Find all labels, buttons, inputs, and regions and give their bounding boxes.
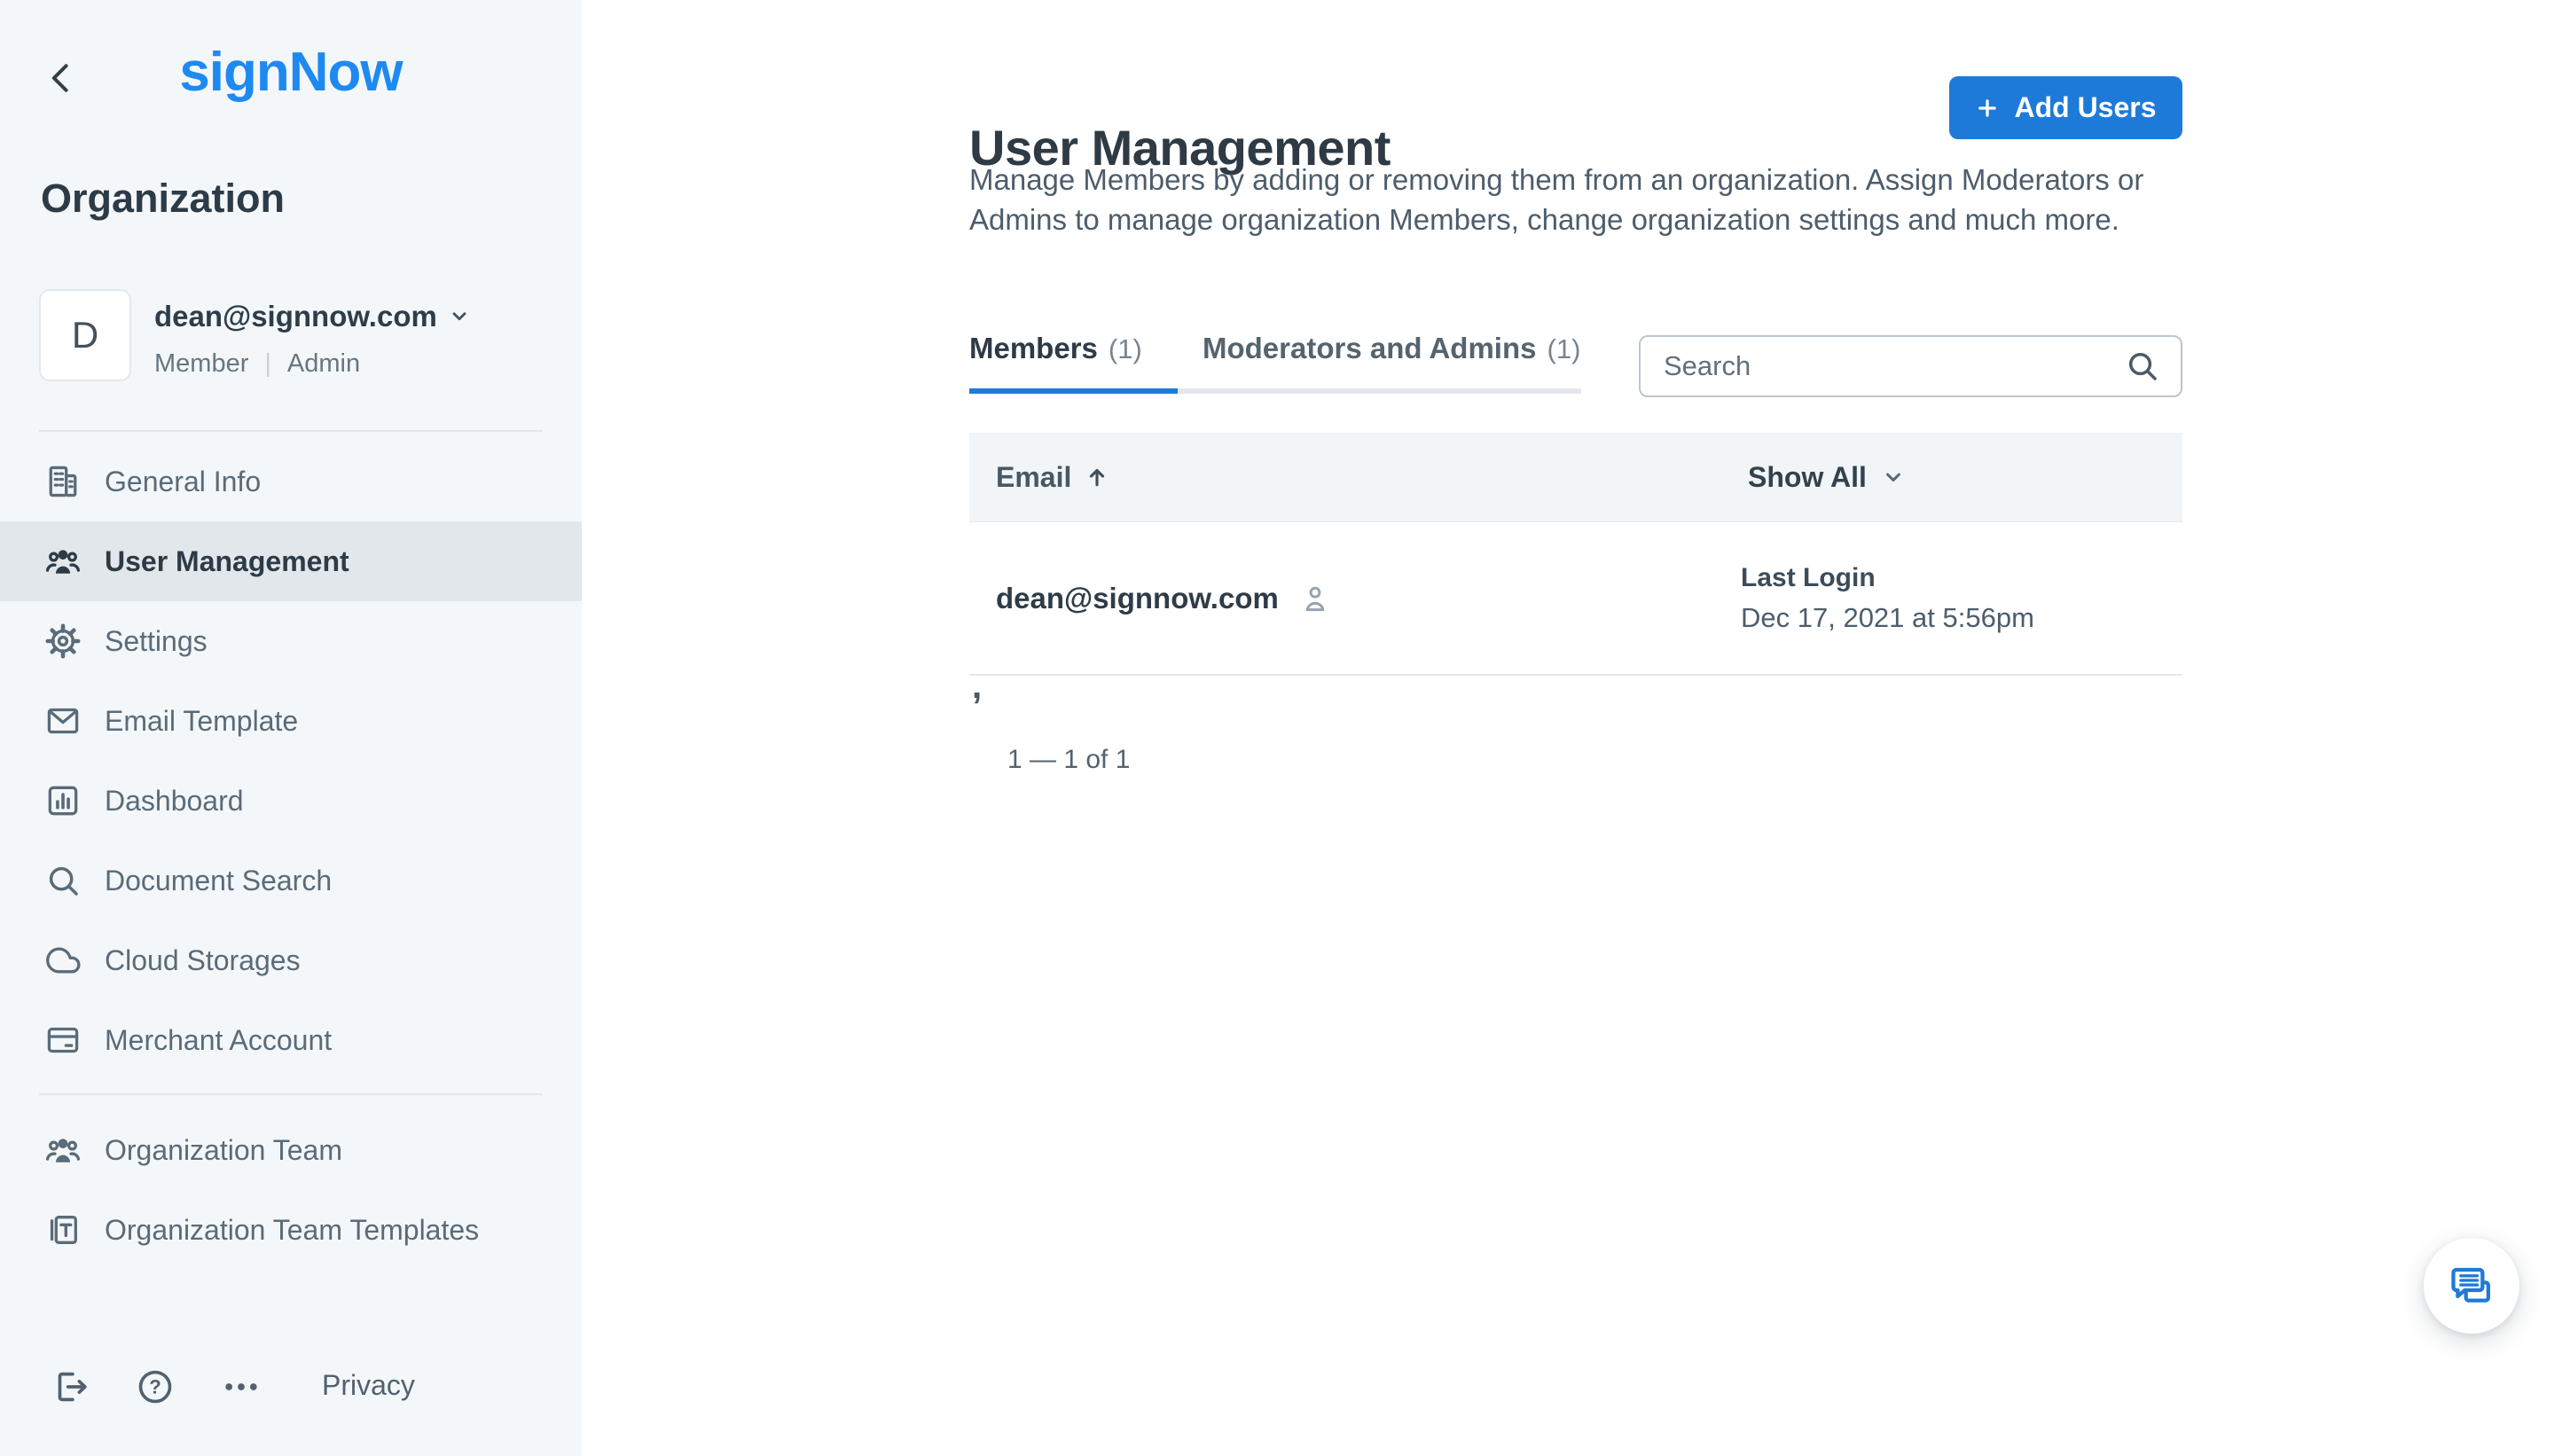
more-button[interactable] xyxy=(220,1366,262,1408)
tab-label: Members xyxy=(969,332,1098,365)
privacy-link[interactable]: Privacy xyxy=(322,1369,415,1402)
sidebar-item-label: Merchant Account xyxy=(105,1024,332,1057)
sidebar: signNow Organization D dean@signnow.com … xyxy=(0,0,582,1456)
tab-count: (1) xyxy=(1547,333,1581,365)
sidebar-item-email-template[interactable]: Email Template xyxy=(0,681,582,761)
sidebar-item-cloud-storages[interactable]: Cloud Storages xyxy=(0,920,582,1000)
member-row[interactable]: dean@signnow.com Last Login Dec 17, 2021… xyxy=(969,522,2182,676)
stray-character: , xyxy=(972,667,982,707)
chat-icon xyxy=(2448,1262,2495,1310)
chevron-down-icon xyxy=(1881,465,1906,489)
account-email: dean@signnow.com xyxy=(154,300,437,333)
gear-icon xyxy=(43,621,83,661)
add-users-label: Add Users xyxy=(2014,91,2156,124)
page-description: Manage Members by adding or removing the… xyxy=(969,160,2166,239)
magnifier-icon xyxy=(43,860,83,901)
avatar-initial: D xyxy=(72,314,98,356)
sidebar-item-organization-team[interactable]: Organization Team xyxy=(0,1110,582,1190)
role-member: Member xyxy=(154,349,248,379)
sidebar-item-settings[interactable]: Settings xyxy=(0,601,582,681)
last-login-cell: Last Login Dec 17, 2021 at 5:56pm xyxy=(1741,563,2034,634)
email-sort-header[interactable]: Email xyxy=(996,433,1110,521)
chevron-down-icon xyxy=(448,305,471,328)
sidebar-item-document-search[interactable]: Document Search xyxy=(0,841,582,920)
tab-label: Moderators and Admins xyxy=(1203,332,1537,365)
description-line: Admins to manage organization Members, c… xyxy=(969,200,2166,239)
member-email-cell: dean@signnow.com xyxy=(996,522,1332,674)
last-login-value: Dec 17, 2021 at 5:56pm xyxy=(1741,602,2034,634)
users-icon xyxy=(43,1130,83,1170)
signnow-logo: signNow xyxy=(0,41,582,104)
envelope-icon xyxy=(43,701,83,741)
bar-chart-icon xyxy=(43,780,83,821)
sidebar-item-label: Document Search xyxy=(105,865,332,897)
cloud-icon xyxy=(43,940,83,981)
users-icon xyxy=(43,541,83,582)
template-doc-icon xyxy=(43,1209,83,1250)
logout-button[interactable] xyxy=(49,1366,91,1408)
show-all-label: Show All xyxy=(1748,461,1867,494)
logout-icon xyxy=(50,1366,90,1407)
last-login-label: Last Login xyxy=(1741,563,2034,593)
account-roles: Member | Admin xyxy=(154,349,360,379)
sidebar-item-user-management[interactable]: User Management xyxy=(0,521,582,601)
description-line: Manage Members by adding or removing the… xyxy=(969,160,2166,200)
sidebar-footer: ? Privacy xyxy=(0,1366,582,1408)
table-header: Email Show All xyxy=(969,433,2182,522)
sidebar-item-label: Organization Team Templates xyxy=(105,1214,479,1247)
sidebar-item-general-info[interactable]: General Info xyxy=(0,442,582,521)
sidebar-item-merchant-account[interactable]: Merchant Account xyxy=(0,1000,582,1080)
tab-count: (1) xyxy=(1109,333,1142,365)
chat-fab-button[interactable] xyxy=(2424,1238,2519,1334)
tab-moderators-and-admins[interactable]: Moderators and Admins (1) xyxy=(1203,332,1580,394)
sidebar-item-label: Email Template xyxy=(105,705,298,738)
show-all-dropdown[interactable]: Show All xyxy=(1748,433,1906,521)
sidebar-nav: General Info User Management xyxy=(0,442,582,1080)
sidebar-section-title: Organization xyxy=(41,176,285,222)
sidebar-divider xyxy=(39,1093,543,1095)
arrow-up-icon xyxy=(1084,464,1110,490)
account-switcher[interactable]: dean@signnow.com xyxy=(154,300,471,333)
sidebar-item-label: General Info xyxy=(105,466,261,498)
svg-text:?: ? xyxy=(149,1376,161,1398)
role-separator: | xyxy=(264,349,271,379)
search-icon[interactable] xyxy=(2124,348,2161,385)
sidebar-item-label: Organization Team xyxy=(105,1134,342,1167)
help-button[interactable]: ? xyxy=(134,1366,176,1408)
ellipsis-icon xyxy=(221,1366,262,1407)
sidebar-nav-secondary: Organization Team Organization Team Temp… xyxy=(0,1110,582,1270)
sidebar-item-label: Settings xyxy=(105,625,208,658)
avatar: D xyxy=(39,289,131,381)
person-icon xyxy=(1298,582,1332,615)
member-email: dean@signnow.com xyxy=(996,582,1279,615)
sidebar-divider xyxy=(39,430,543,432)
search-input[interactable] xyxy=(1662,349,2110,383)
tabs: Members (1) Moderators and Admins (1) xyxy=(969,332,1581,394)
sidebar-item-label: Dashboard xyxy=(105,785,244,818)
search-box xyxy=(1639,335,2182,397)
sidebar-item-organization-team-templates[interactable]: Organization Team Templates xyxy=(0,1190,582,1270)
sidebar-item-label: User Management xyxy=(105,545,349,578)
help-icon: ? xyxy=(135,1366,176,1407)
plus-icon xyxy=(1975,96,2000,121)
email-header-label: Email xyxy=(996,461,1071,494)
building-icon xyxy=(43,461,83,502)
add-users-button[interactable]: Add Users xyxy=(1949,76,2182,139)
credit-card-icon xyxy=(43,1020,83,1061)
tab-members[interactable]: Members (1) xyxy=(969,332,1178,394)
sidebar-item-label: Cloud Storages xyxy=(105,944,301,977)
pagination-status: 1 — 1 of 1 xyxy=(1007,745,1130,775)
sidebar-item-dashboard[interactable]: Dashboard xyxy=(0,761,582,841)
role-admin: Admin xyxy=(287,349,360,379)
